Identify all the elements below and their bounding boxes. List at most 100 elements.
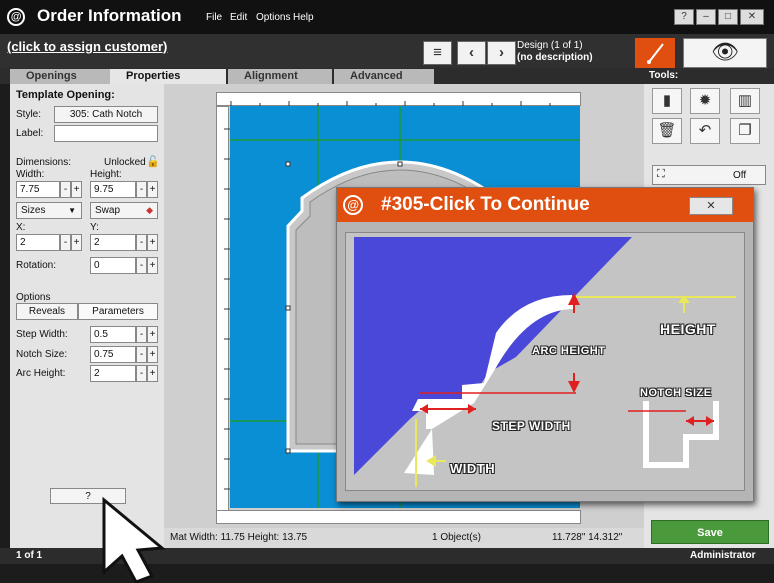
tab-parameters[interactable]: Parameters [78,303,158,320]
eye-icon: 👁 [711,39,739,64]
menu-file[interactable]: File [206,12,222,23]
rotation-decrement-button[interactable]: - [136,257,147,274]
swap-button[interactable]: Swap ◆ [90,202,158,219]
save-button[interactable]: Save [651,520,769,544]
help-dialog[interactable]: @ #305-Click To Continue ✕ HEIGHT ARC HE… [336,187,754,502]
minimize-icon[interactable]: – [696,9,716,25]
dimensions-label: Dimensions: [16,157,72,168]
window-title: Order Information [37,6,182,25]
hamburger-menu-icon[interactable]: ≡ [423,41,452,65]
app-logo-icon: @ [7,8,25,26]
tab-alignment[interactable]: Alignment [228,69,332,84]
step-width-decrement-button[interactable]: - [136,326,147,343]
step-width-input[interactable]: 0.5 [90,326,136,343]
sizes-label: Sizes [21,205,46,216]
swap-label: Swap [95,205,121,216]
user-name: Administrator [690,550,756,561]
toggle-state-label: Off [733,170,747,181]
dialog-close-button[interactable]: ✕ [689,197,733,215]
chevron-down-icon: ▼ [68,206,76,215]
section-title: Template Opening: [16,89,115,101]
menu-edit[interactable]: Edit [230,12,247,23]
diagram-illustration [354,237,736,487]
notch-size-decrement-button[interactable]: - [136,346,147,363]
unlock-icon[interactable]: 🔓 [146,155,160,168]
close-icon[interactable]: ✕ [740,9,764,25]
height-input[interactable]: 9.75 [90,181,136,198]
arc-height-decrement-button[interactable]: - [136,365,147,382]
notch-size-increment-button[interactable]: + [147,346,158,363]
tab-reveals[interactable]: Reveals [16,303,78,320]
notch-size-input[interactable]: 0.75 [90,346,136,363]
step-width-increment-button[interactable]: + [147,326,158,343]
rotation-input[interactable]: 0 [90,257,136,274]
app-logo-icon: @ [343,195,363,215]
label-input[interactable] [54,125,158,142]
order-header: (click to assign customer) ≡ ‹ › Design … [0,34,774,68]
tab-advanced[interactable]: Advanced [334,69,434,84]
resize-handle[interactable] [285,448,291,454]
pen-tool-button[interactable] [635,38,675,68]
resize-handle[interactable] [285,305,291,311]
design-count: Design (1 of 1) [517,40,583,51]
x-increment-button[interactable]: + [71,234,82,251]
select-tool-icon[interactable]: ▮ [652,88,682,114]
menu-help[interactable]: Help [293,12,314,23]
x-label: X: [16,222,26,233]
cath-notch-diagram[interactable]: HEIGHT ARC HEIGHT NOTCH SIZE STEP WIDTH … [345,232,745,491]
design-description: (no description) [517,52,593,63]
style-select-button[interactable]: 305: Cath Notch [54,106,158,123]
arc-height-input[interactable]: 2 [90,365,136,382]
dialog-title: #305-Click To Continue [381,194,590,215]
notch-size-diagram-label: NOTCH SIZE [640,387,712,399]
resize-handle[interactable] [397,161,403,167]
preview-eye-button[interactable]: 👁 [683,38,767,68]
height-decrement-button[interactable]: - [136,181,147,198]
x-input[interactable]: 2 [16,234,60,251]
unlocked-label: Unlocked [104,157,146,168]
y-decrement-button[interactable]: - [136,234,147,251]
y-input[interactable]: 2 [90,234,136,251]
shape-tool-icon[interactable]: ✹ [690,88,720,114]
rotation-increment-button[interactable]: + [147,257,158,274]
copy-icon[interactable]: ❐ [730,118,760,144]
tab-openings[interactable]: Openings [10,69,110,84]
dialog-header: @ #305-Click To Continue ✕ [337,188,753,222]
width-decrement-button[interactable]: - [60,181,71,198]
width-input[interactable]: 7.75 [16,181,60,198]
help-window-button[interactable]: ? [674,9,694,25]
x-decrement-button[interactable]: - [60,234,71,251]
cursor-coords: 11.728" 14.312" [552,532,623,543]
arc-height-increment-button[interactable]: + [147,365,158,382]
width-label: Width: [16,169,45,180]
resize-handle[interactable] [285,161,291,167]
width-diagram-label: WIDTH [450,461,496,476]
arc-height-diagram-label: ARC HEIGHT [532,345,606,357]
mat-size-readout: Mat Width: 11.75 Height: 13.75 [170,532,308,543]
pen-icon [647,43,664,64]
toggle-switch[interactable]: ⛶ Off [652,165,766,185]
sizes-dropdown[interactable]: Sizes ▼ [16,202,82,219]
assign-customer-link[interactable]: (click to assign customer) [7,39,167,54]
label-label: Label: [16,128,44,139]
menu-options[interactable]: Options [256,12,290,23]
previous-design-button[interactable]: ‹ [457,41,486,65]
height-increment-button[interactable]: + [147,181,158,198]
ruler-tool-icon[interactable]: ▥ [730,88,760,114]
mouse-cursor-icon [102,496,166,583]
arc-height-label: Arc Height: [16,368,66,379]
properties-tabs: Openings Properties Alignment Advanced [0,68,644,84]
y-label: Y: [90,222,99,233]
object-count: 1 Object(s) [432,532,481,543]
height-diagram-label: HEIGHT [660,321,716,337]
canvas-status-bar: Mat Width: 11.75 Height: 13.75 1 Object(… [164,528,644,548]
delete-icon[interactable]: 🗑 [652,118,682,144]
y-increment-button[interactable]: + [147,234,158,251]
undo-icon[interactable]: ↶ [690,118,720,144]
maximize-icon[interactable]: □ [718,9,738,25]
swap-icon: ◆ [146,205,153,215]
next-design-button[interactable]: › [487,41,516,65]
tab-properties[interactable]: Properties [110,69,226,84]
width-increment-button[interactable]: + [71,181,82,198]
bottom-ruler [216,510,581,524]
